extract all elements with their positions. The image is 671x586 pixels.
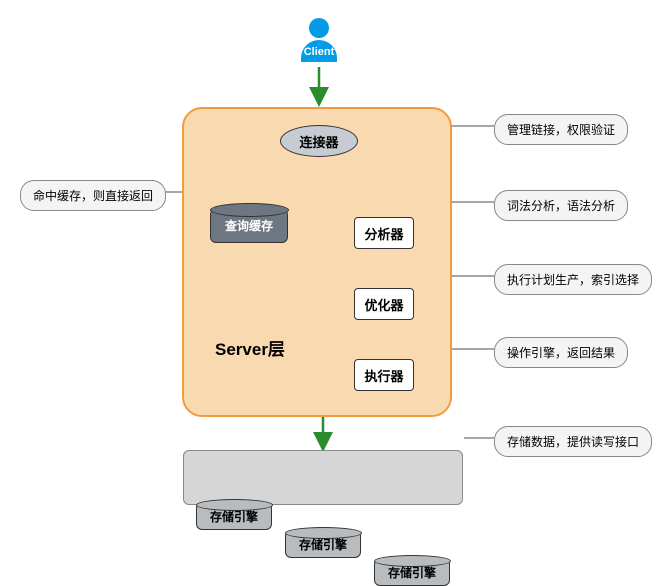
storage-engine-3: 存储引擎	[374, 558, 450, 586]
storage-engine-1-text: 存储引擎	[210, 508, 258, 525]
storage-engine-2: 存储引擎	[285, 530, 361, 558]
query-cache-text: 查询缓存	[225, 217, 273, 234]
server-layer-label: Server层	[215, 335, 285, 360]
storage-engine-3-text: 存储引擎	[388, 564, 436, 581]
client-actor-head	[309, 18, 329, 38]
storage-engine-2-text: 存储引擎	[299, 536, 347, 553]
query-cache-node: 查询缓存	[210, 207, 288, 243]
annotation-cache: 命中缓存，则直接返回	[20, 180, 166, 211]
connector-node: 连接器	[280, 125, 358, 157]
executor-text: 执行器	[364, 366, 403, 385]
client-label: Client	[301, 42, 337, 62]
annotation-analyzer: 词法分析，语法分析	[494, 190, 628, 221]
annotation-connector: 管理链接，权限验证	[494, 114, 628, 145]
storage-engine-1: 存储引擎	[196, 502, 272, 530]
analyzer-node: 分析器	[354, 217, 414, 249]
analyzer-text: 分析器	[364, 224, 403, 243]
executor-node: 执行器	[354, 359, 414, 391]
optimizer-node: 优化器	[354, 288, 414, 320]
optimizer-text: 优化器	[364, 295, 403, 314]
annotation-optimizer: 执行计划生产，索引选择	[494, 264, 652, 295]
storage-layer-container	[183, 450, 463, 505]
annotation-executor: 操作引擎，返回结果	[494, 337, 628, 368]
annotation-storage: 存储数据，提供读写接口	[494, 426, 652, 457]
connector-text: 连接器	[299, 132, 338, 151]
